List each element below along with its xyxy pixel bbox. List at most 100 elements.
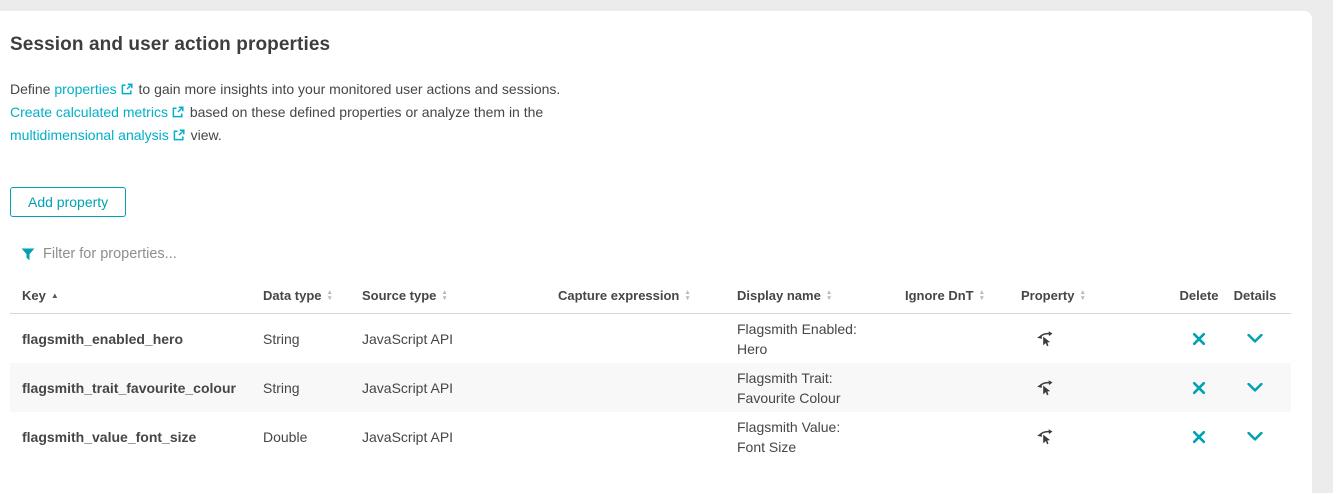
cell-ignore-dnt (905, 314, 1021, 363)
column-header-details: Details (1219, 288, 1291, 303)
page-background: { "page": { "title": "Session and user a… (0, 0, 1333, 493)
intro-text-segment: view. (187, 127, 222, 143)
cell-capture-expression (558, 363, 737, 412)
cell-key-text: flagsmith_enabled_hero (22, 331, 183, 347)
cell-key: flagsmith_trait_favourite_colour (10, 363, 263, 412)
sort-icon: ▲▼ (979, 290, 985, 301)
column-header-ignore-dnt[interactable]: Ignore DnT ▲▼ (905, 288, 1021, 303)
create-calculated-metrics-link[interactable]: Create calculated metrics (10, 104, 186, 120)
intro-text-segment: to gain more insights into your monitore… (135, 81, 561, 97)
chevron-down-icon (1247, 383, 1263, 392)
user-action-icon (1035, 379, 1054, 396)
column-header-delete: Delete (1179, 288, 1219, 303)
properties-link[interactable]: properties (54, 81, 134, 97)
column-header-label: Key (22, 288, 46, 303)
cell-key-text: flagsmith_trait_favourite_colour (22, 380, 236, 396)
cell-delete (1179, 363, 1219, 412)
chevron-down-icon (1247, 334, 1263, 343)
delete-button[interactable] (1190, 330, 1208, 348)
link-label: multidimensional analysis (10, 127, 169, 143)
x-icon (1192, 381, 1206, 395)
column-header-property[interactable]: Property ▲▼ (1021, 288, 1179, 303)
table-row: flagsmith_trait_favourite_colour StringJa… (10, 363, 1291, 412)
page-title: Session and user action properties (10, 34, 1312, 56)
details-expand-button[interactable] (1245, 381, 1265, 394)
cell-display-name: Flagsmith Trait:Favourite Colour (737, 363, 905, 412)
column-header-capture-expression[interactable]: Capture expression ▲▼ (558, 288, 737, 303)
display-name-line: Flagsmith Enabled: (737, 319, 857, 339)
sort-icon: ▲▼ (327, 290, 333, 301)
column-header-source-type[interactable]: Source type ▲▼ (362, 288, 558, 303)
column-header-label: Capture expression (558, 288, 679, 303)
intro-text-segment: Define (10, 81, 54, 97)
cell-capture-expression (558, 412, 737, 461)
display-name-line: Hero (737, 339, 767, 359)
filter-bar (21, 244, 1312, 264)
intro-text: Define properties to gain more insights … (10, 78, 1312, 147)
cell-capture-expression (558, 314, 737, 363)
sort-icon: ▲▼ (441, 290, 447, 301)
cell-data-type-text: String (263, 331, 300, 347)
cell-key: flagsmith_enabled_hero (10, 314, 263, 363)
column-header-label: Property (1021, 288, 1074, 303)
display-name-line: Font Size (737, 437, 796, 457)
delete-button[interactable] (1190, 379, 1208, 397)
cell-display-name: Flagsmith Value:Font Size (737, 412, 905, 461)
link-label: properties (54, 81, 116, 97)
x-icon (1192, 332, 1206, 346)
cell-source-type: JavaScript API (362, 412, 558, 461)
details-expand-button[interactable] (1245, 332, 1265, 345)
display-name-line: Favourite Colour (737, 388, 841, 408)
cell-data-type-text: Double (263, 429, 307, 445)
sort-ascending-icon: ▲ (51, 291, 59, 300)
cell-source-type-text: JavaScript API (362, 429, 453, 445)
cell-key-text: flagsmith_value_font_size (22, 429, 196, 445)
cell-source-type-text: JavaScript API (362, 331, 453, 347)
display-name-line: Flagsmith Trait: (737, 368, 833, 388)
column-header-label: Display name (737, 288, 821, 303)
cell-property (1021, 363, 1179, 412)
cell-data-type: String (263, 363, 362, 412)
details-expand-button[interactable] (1245, 430, 1265, 443)
add-property-button[interactable]: Add property (10, 187, 126, 217)
sort-icon: ▲▼ (1079, 290, 1085, 301)
column-header-label: Ignore DnT (905, 288, 974, 303)
x-icon (1192, 430, 1206, 444)
cell-delete (1179, 314, 1219, 363)
sort-icon: ▲▼ (826, 290, 832, 301)
cell-source-type: JavaScript API (362, 314, 558, 363)
intro-text-segment: based on these defined properties or ana… (186, 104, 543, 120)
cell-details (1219, 363, 1291, 412)
table-body: flagsmith_enabled_heroStringJavaScript A… (10, 314, 1291, 461)
delete-button[interactable] (1190, 428, 1208, 446)
chevron-down-icon (1247, 432, 1263, 441)
cell-source-type-text: JavaScript API (362, 380, 453, 396)
external-link-icon (121, 79, 133, 101)
display-name-line: Flagsmith Value: (737, 417, 840, 437)
column-header-label: Details (1234, 288, 1277, 303)
filter-input[interactable] (43, 246, 383, 262)
cell-display-name: Flagsmith Enabled:Hero (737, 314, 905, 363)
cell-source-type: JavaScript API (362, 363, 558, 412)
multidimensional-analysis-link[interactable]: multidimensional analysis (10, 127, 187, 143)
sort-icon: ▲▼ (684, 290, 690, 301)
cell-key: flagsmith_value_font_size (10, 412, 263, 461)
column-header-key[interactable]: Key ▲ (10, 288, 263, 303)
cell-delete (1179, 412, 1219, 461)
funnel-icon (21, 248, 35, 261)
cell-data-type: Double (263, 412, 362, 461)
content-card: Session and user action properties Defin… (0, 11, 1312, 493)
cell-data-type: String (263, 314, 362, 363)
cell-ignore-dnt (905, 412, 1021, 461)
user-action-icon (1035, 330, 1054, 347)
cell-details (1219, 412, 1291, 461)
column-header-display-name[interactable]: Display name ▲▼ (737, 288, 905, 303)
column-header-label: Source type (362, 288, 436, 303)
table-header-row: Key▲Data type▲▼Source type▲▼Capture expr… (10, 288, 1291, 314)
column-header-data-type[interactable]: Data type▲▼ (263, 288, 362, 303)
external-link-icon (173, 125, 185, 147)
link-label: Create calculated metrics (10, 104, 168, 120)
cell-property (1021, 412, 1179, 461)
table-row: flagsmith_enabled_hero String JavaScript A… (10, 314, 1291, 363)
table-row: flagsmith_value_font_size Double JavaScrip… (10, 412, 1291, 461)
